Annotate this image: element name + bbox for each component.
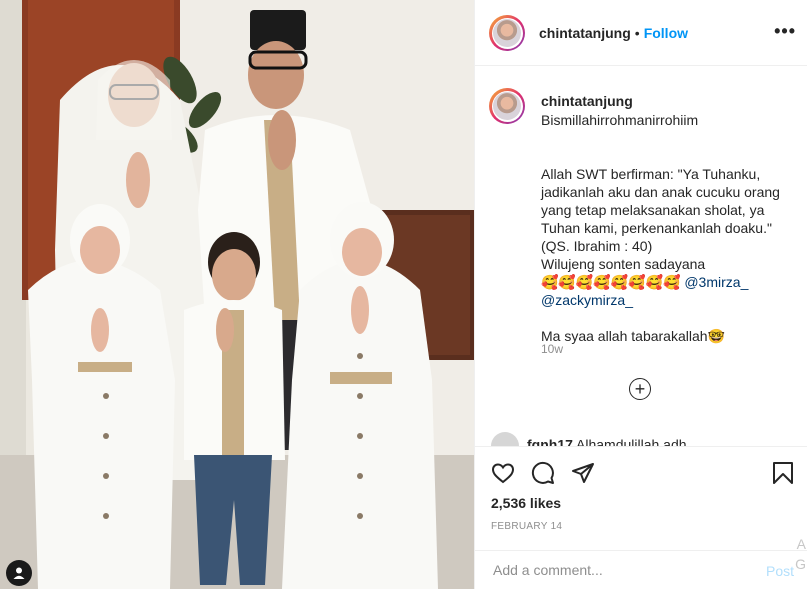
post-side-panel: chintatanjung • Follow ••• chintatanjung B… — [474, 0, 807, 589]
mention-link[interactable]: @3mirza_ — [684, 274, 748, 290]
comment-button[interactable] — [531, 461, 555, 490]
edge-letter: A — [796, 536, 806, 552]
tagged-users-button[interactable] — [6, 560, 32, 586]
comment-icon — [531, 461, 554, 484]
caption-avatar[interactable] — [489, 88, 525, 124]
plus-icon: + — [634, 379, 646, 399]
caption-username[interactable]: chintatanjung — [541, 93, 633, 109]
heart-icon — [491, 463, 515, 484]
post-actions: 2,536 likes FEBRUARY 14 — [475, 446, 807, 546]
bookmark-icon — [773, 462, 793, 484]
mention-link[interactable]: @zackymirza_ — [541, 292, 633, 308]
caption-text: Bismillahirrohmanirrohiim Allah SWT berf… — [541, 111, 796, 345]
caption-blank-line — [541, 147, 796, 165]
load-more-comments-button[interactable]: + — [629, 378, 651, 400]
comment-input[interactable] — [491, 561, 755, 579]
post-header: chintatanjung • Follow ••• — [475, 0, 807, 66]
likes-count[interactable]: 2,536 likes — [491, 495, 561, 511]
more-options-button[interactable]: ••• — [774, 22, 796, 40]
user-icon — [13, 567, 25, 579]
edge-letter: G — [795, 556, 806, 572]
more-horizontal-icon: ••• — [774, 21, 796, 41]
post-date[interactable]: FEBRUARY 14 — [491, 521, 562, 532]
follow-button[interactable]: Follow — [644, 25, 688, 41]
caption-blank-line — [541, 309, 796, 327]
caption-closing: Ma syaa allah tabarakallah🤓 — [541, 328, 725, 344]
comment-item: fqnh17 Alhamdulillah adh — [491, 432, 687, 446]
caption-line: Allah SWT berfirman: "Ya Tuhanku, jadika… — [541, 166, 780, 254]
author-username[interactable]: chintatanjung — [539, 25, 631, 41]
post-comment-button[interactable]: Post — [766, 563, 794, 579]
comment-text: Alhamdulillah adh — [576, 436, 687, 446]
edge-overlay-text: A G — [795, 534, 806, 574]
add-comment-bar: Post — [475, 550, 807, 589]
save-button[interactable] — [771, 461, 795, 490]
caption-timestamp[interactable]: 10w — [541, 342, 563, 356]
separator-dot: • — [634, 25, 640, 41]
avatar-image — [493, 92, 521, 120]
family-photo-illustration — [0, 0, 474, 589]
avatar-image — [493, 19, 521, 47]
caption-line: Bismillahirrohmanirrohiim — [541, 112, 699, 128]
post-photo[interactable] — [0, 0, 474, 589]
share-button[interactable] — [571, 461, 595, 490]
commenter-username[interactable]: fqnh17 — [527, 437, 573, 446]
emoji-row: 🥰🥰🥰🥰🥰🥰🥰🥰 — [541, 274, 681, 290]
commenter-avatar[interactable] — [491, 432, 519, 446]
paper-plane-icon — [572, 463, 594, 483]
like-button[interactable] — [491, 461, 515, 490]
comments-area: chintatanjung Bismillahirrohmanirrohiim … — [475, 66, 807, 446]
author-avatar[interactable] — [489, 15, 525, 51]
caption-line: Wilujeng sonten sadayana — [541, 256, 706, 272]
caption-blank-line — [541, 129, 796, 147]
